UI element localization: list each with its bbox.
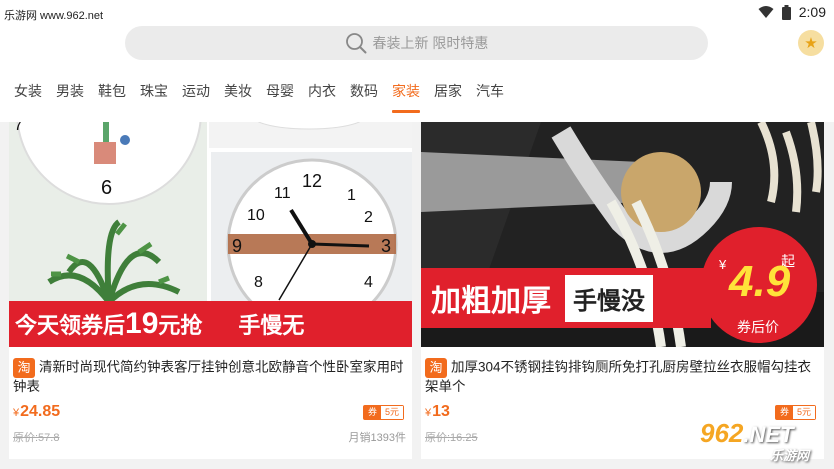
banner-tag: 手慢无 — [238, 313, 305, 338]
svg-text:6: 6 — [101, 177, 112, 199]
product-image: 加粗加厚 手慢没 起 ¥ 4.9 券后价 — [421, 122, 824, 347]
price-value: 13 — [432, 403, 450, 420]
svg-text:4: 4 — [364, 274, 373, 291]
banner-unit: 元抢 — [158, 313, 203, 338]
wifi-icon — [758, 6, 774, 18]
taobao-icon: 淘 — [13, 358, 35, 378]
taobao-icon: 淘 — [425, 358, 447, 378]
svg-text:8: 8 — [254, 274, 263, 291]
promo-banner: 今天领券后 19 元抢 手慢无 — [9, 301, 412, 347]
search-bar[interactable]: 春装上新 限时特惠 — [125, 26, 708, 60]
product-image: 6 7 12 3 9 10 1 2 11 4 8 今天领券后 19 元抢 手慢无 — [9, 122, 412, 347]
watermark-number: 962 — [700, 418, 744, 448]
svg-text:12: 12 — [302, 171, 322, 191]
battery-icon — [781, 4, 791, 20]
product-title: 清新时尚现代简约钟表客厅挂钟创意北欧静音个性卧室家用时钟表 — [13, 359, 404, 394]
svg-text:3: 3 — [381, 236, 391, 256]
product-price: ¥24.85 — [13, 403, 60, 421]
banner-amount: 19 — [125, 307, 159, 340]
category-tabs: 女装 男装 鞋包 珠宝 运动 美妆 母婴 内衣 数码 家装 居家 汽车 — [0, 80, 511, 113]
badge-currency: ¥ — [719, 257, 727, 272]
banner-tag: 手慢没 — [565, 274, 653, 322]
tab-shoes-bags[interactable]: 鞋包 — [91, 80, 133, 108]
watermark-text: 乐游网 www.962.net — [4, 10, 104, 22]
svg-text:2: 2 — [364, 209, 373, 226]
product-title: 加厚304不锈钢挂钩排钩厕所免打孔厨房壁拉丝衣服帽勾挂衣架单个 — [425, 359, 812, 394]
tab-jewelry[interactable]: 珠宝 — [133, 80, 175, 108]
svg-text:7: 7 — [14, 122, 23, 134]
svg-text:10: 10 — [247, 207, 265, 224]
product-price: ¥13 — [425, 403, 450, 421]
original-price: 原价:16.25 — [425, 432, 478, 444]
product-title-row[interactable]: 淘清新时尚现代简约钟表客厅挂钟创意北欧静音个性卧室家用时钟表 — [13, 358, 408, 395]
monthly-sales: 月销1393件 — [348, 432, 406, 444]
currency-symbol: ¥ — [13, 407, 20, 419]
coupon-value: 5元 — [380, 406, 403, 419]
favorites-button[interactable]: ★ — [798, 30, 824, 56]
product-title-row[interactable]: 淘加厚304不锈钢挂钩排钩厕所免打孔厨房壁拉丝衣服帽勾挂衣架单个 — [425, 358, 820, 395]
price-value: 24.85 — [20, 403, 61, 420]
tab-home-decor[interactable]: 家装 — [385, 80, 427, 113]
search-icon — [345, 33, 367, 54]
tab-underwear[interactable]: 内衣 — [301, 80, 343, 108]
tab-beauty[interactable]: 美妆 — [217, 80, 259, 108]
badge-note: 券后价 — [737, 319, 779, 335]
header: 春装上新 限时特惠 ★ 女装 男装 鞋包 珠宝 运动 美妆 母婴 内衣 数码 家… — [0, 26, 834, 122]
watermark-subtitle: 乐游网 — [770, 448, 810, 463]
clock: 2:09 — [798, 4, 826, 20]
original-price: 原价:57.8 — [13, 432, 60, 444]
search-placeholder: 春装上新 限时特惠 — [372, 35, 489, 51]
tab-digital[interactable]: 数码 — [343, 80, 385, 108]
tab-sports[interactable]: 运动 — [175, 80, 217, 108]
tab-auto[interactable]: 汽车 — [469, 80, 511, 108]
svg-text:9: 9 — [232, 236, 242, 256]
currency-symbol: ¥ — [425, 407, 432, 419]
svg-text:1: 1 — [347, 187, 356, 204]
banner-text: 今天领券后 — [15, 313, 126, 338]
product-card[interactable]: 6 7 12 3 9 10 1 2 11 4 8 今天领券后 19 元抢 手慢无… — [9, 122, 412, 459]
status-bar: 乐游网 www.962.net 2:09 — [0, 0, 834, 26]
coupon-badge[interactable]: 券 5元 — [362, 405, 404, 420]
status-icons: 2:09 — [758, 4, 826, 20]
badge-price: 4.9 — [729, 257, 791, 306]
tab-men[interactable]: 男装 — [49, 80, 91, 108]
price-badge: 起 ¥ 4.9 券后价 — [711, 237, 811, 337]
product-card[interactable]: 加粗加厚 手慢没 起 ¥ 4.9 券后价 淘加厚304不锈钢挂钩排钩厕所免打孔厨… — [421, 122, 824, 459]
coupon-label: 券 — [363, 406, 381, 419]
star-icon: ★ — [804, 35, 818, 52]
watermark-suffix: .NET — [743, 422, 794, 447]
svg-text:11: 11 — [274, 185, 291, 202]
banner-text: 加粗加厚 — [431, 285, 551, 318]
tab-household[interactable]: 居家 — [427, 80, 469, 108]
tab-baby[interactable]: 母婴 — [259, 80, 301, 108]
promo-banner: 加粗加厚 手慢没 — [421, 268, 711, 328]
site-watermark-logo: 962.NET 乐游网 — [700, 418, 830, 466]
tab-women[interactable]: 女装 — [0, 80, 49, 108]
